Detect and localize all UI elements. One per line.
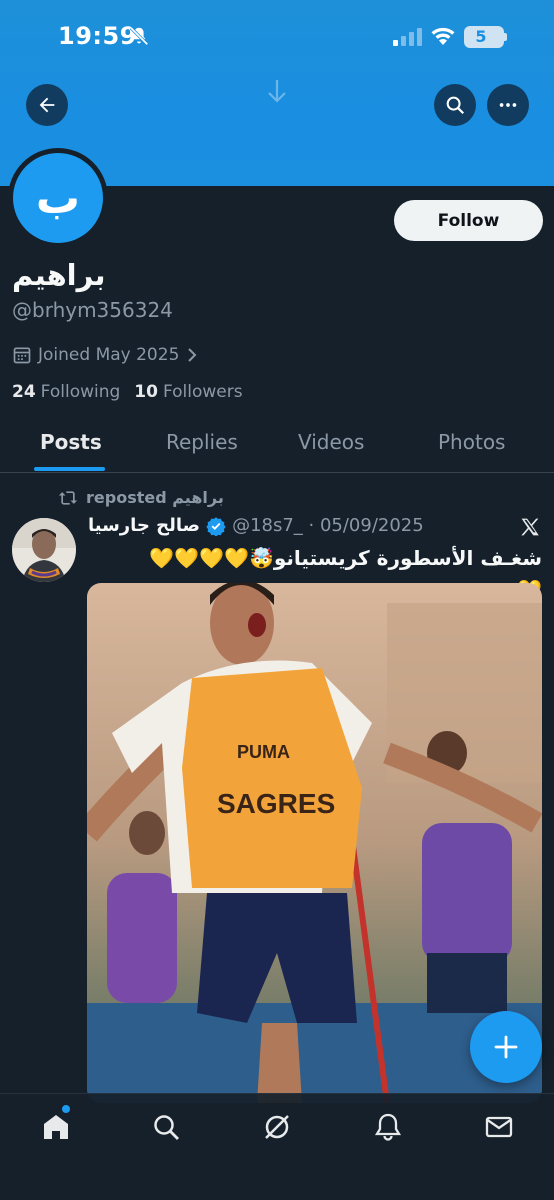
home-unread-dot (62, 1105, 70, 1113)
compose-button[interactable] (470, 1011, 542, 1083)
plus-icon (494, 1035, 518, 1059)
following-label: Following (40, 382, 121, 402)
battery-tip (504, 33, 507, 41)
joined-text: Joined May 2025 (38, 345, 180, 365)
tweet-photo[interactable]: SAGRES PUMA (87, 583, 542, 1103)
wifi-icon (431, 27, 455, 45)
bell-off-icon (129, 26, 149, 46)
joined-date[interactable]: Joined May 2025 (12, 343, 199, 367)
profile-avatar[interactable]: ب (13, 153, 103, 243)
active-tab-indicator (34, 467, 105, 471)
followers-link[interactable]: 10 Followers (134, 382, 242, 402)
tweet-author-name[interactable]: صالح جارسيا (88, 515, 200, 536)
search-button[interactable] (434, 84, 476, 126)
followers-label: Followers (162, 382, 243, 402)
profile-tabs: Posts Replies Videos Photos (0, 418, 554, 473)
back-button[interactable] (26, 84, 68, 126)
grok-icon[interactable] (262, 1112, 292, 1142)
author-photo (12, 518, 76, 582)
following-count: 24 (12, 382, 36, 402)
svg-text:PUMA: PUMA (237, 742, 290, 762)
followers-count: 10 (134, 382, 158, 402)
follow-stats: 24 Following 10 Followers (12, 382, 243, 402)
follow-button[interactable]: Follow (394, 200, 543, 241)
repost-label: reposted براهيم (86, 488, 224, 507)
tweet-photo-image: SAGRES PUMA (87, 583, 542, 1103)
bottom-navigation (0, 1093, 554, 1200)
more-horizontal-icon (499, 103, 517, 107)
battery-indicator: 5 (464, 26, 504, 48)
avatar-letter: ب (35, 172, 81, 224)
tweet-author-avatar[interactable] (12, 518, 76, 582)
calendar-icon (13, 347, 31, 364)
more-button[interactable] (487, 84, 529, 126)
profile-handle: @brhym356324 (12, 298, 173, 322)
tweet-handle-date: @18s7_ · 05/09/2025 (232, 515, 424, 536)
svg-text:SAGRES: SAGRES (217, 788, 335, 819)
chevron-right-icon (188, 348, 197, 362)
tab-replies[interactable]: Replies (166, 430, 238, 454)
tab-posts[interactable]: Posts (40, 430, 102, 454)
repost-icon (58, 490, 78, 505)
search-icon (446, 96, 465, 115)
x-logo-icon (521, 518, 539, 536)
profile-display-name: براهيم (12, 258, 106, 292)
messages-icon[interactable] (484, 1112, 514, 1142)
arrow-left-icon (39, 97, 55, 113)
tweet-header: صالح جارسيا @18s7_ · 05/09/2025 (88, 515, 424, 536)
tab-photos[interactable]: Photos (438, 430, 505, 454)
status-bar: 19:59 5 (0, 0, 554, 74)
battery-level: 5 (475, 27, 487, 46)
cellular-signal-icon (393, 28, 422, 46)
status-time: 19:59 (58, 22, 137, 50)
tab-videos[interactable]: Videos (298, 430, 364, 454)
home-icon[interactable] (41, 1112, 71, 1142)
repost-indicator: reposted براهيم (58, 488, 224, 507)
verified-badge-icon (206, 516, 226, 536)
notifications-icon[interactable] (373, 1112, 403, 1142)
pull-to-refresh-arrow-icon (268, 80, 286, 103)
search-icon[interactable] (151, 1112, 181, 1142)
following-link[interactable]: 24 Following (12, 382, 120, 402)
